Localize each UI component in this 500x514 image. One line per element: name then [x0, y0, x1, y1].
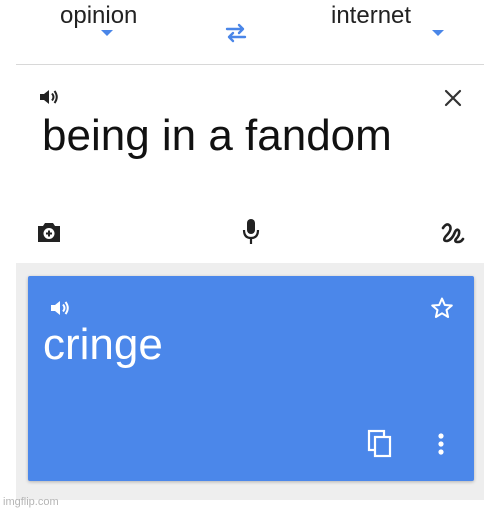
- translation-text: cringe: [43, 320, 163, 369]
- listen-source-volume-icon[interactable]: [38, 87, 60, 107]
- listen-translation-volume-icon[interactable]: [49, 298, 71, 318]
- camera-icon[interactable]: [36, 220, 62, 244]
- handwriting-icon[interactable]: [440, 220, 466, 246]
- source-language-caret-icon[interactable]: [101, 30, 113, 36]
- swap-languages-icon[interactable]: [223, 22, 249, 44]
- watermark: imgflip.com: [3, 496, 59, 508]
- target-language-selector[interactable]: internet: [331, 2, 411, 30]
- star-icon[interactable]: [430, 296, 454, 320]
- more-vert-icon[interactable]: [437, 432, 445, 456]
- target-language-caret-icon[interactable]: [432, 30, 444, 36]
- microphone-icon[interactable]: [242, 218, 260, 246]
- copy-icon[interactable]: [367, 429, 393, 459]
- translation-result-card: cringe: [28, 276, 474, 481]
- source-language-selector[interactable]: opinion: [60, 2, 137, 30]
- source-input-area[interactable]: being in a fandom: [16, 65, 484, 263]
- source-text[interactable]: being in a fandom: [42, 111, 392, 161]
- clear-close-icon[interactable]: [444, 89, 462, 107]
